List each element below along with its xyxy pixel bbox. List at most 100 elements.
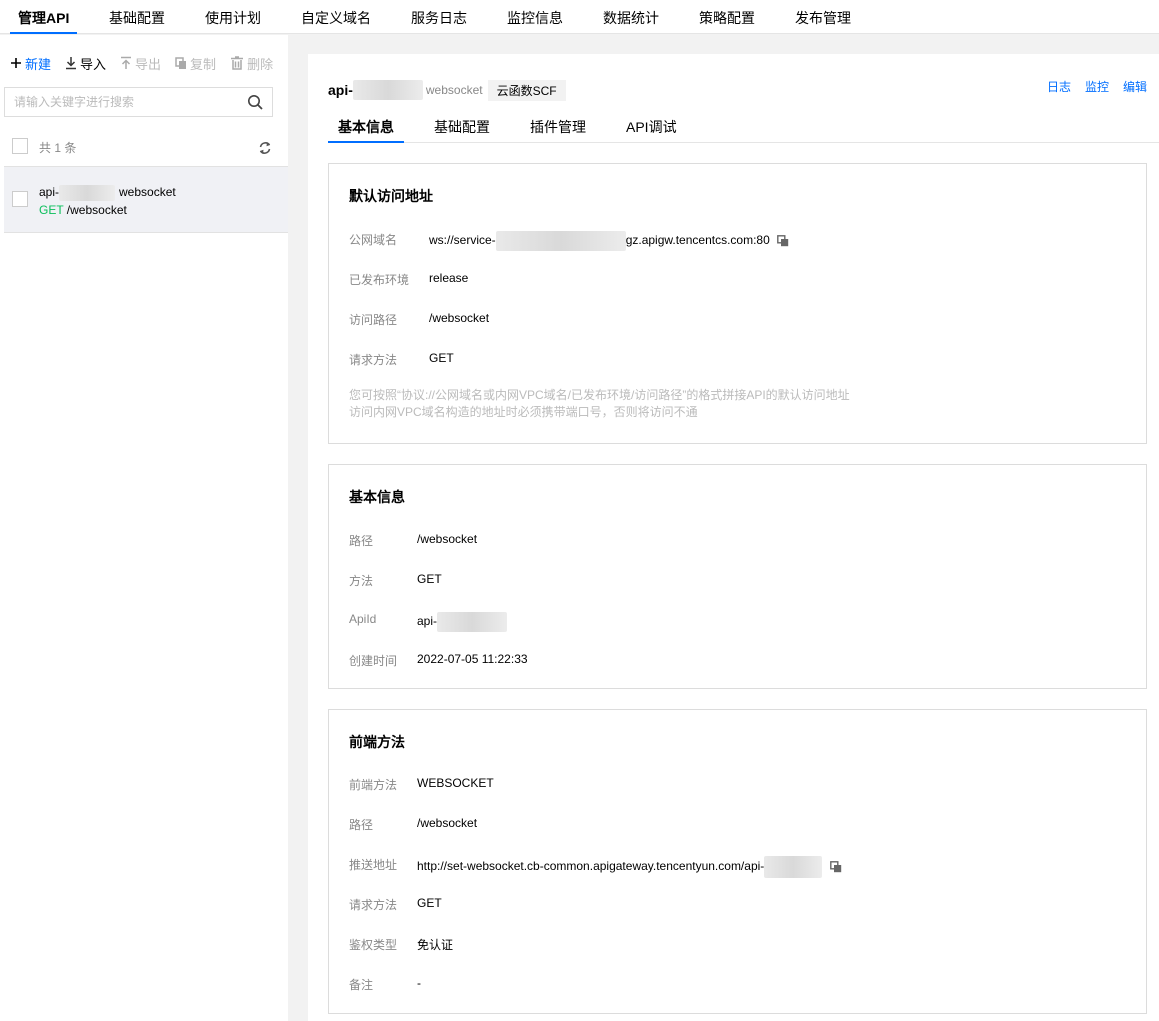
- basic-info-title: 基本信息: [349, 489, 405, 505]
- search-input[interactable]: [5, 88, 235, 116]
- backend-type-tag: 云函数SCF: [487, 79, 566, 101]
- search-icon[interactable]: [247, 94, 263, 110]
- fe-remark-value: -: [417, 976, 421, 990]
- fe-path-label: 路径: [349, 818, 374, 832]
- public-domain-label: 公网域名: [349, 233, 398, 247]
- access-note: 您可按照“协议://公网域名或内网VPC域名/已发布环境/访问路径”的格式拼接A…: [349, 387, 850, 421]
- tab-basic-config[interactable]: 基础配置: [109, 0, 165, 34]
- tab-policy[interactable]: 策略配置: [699, 0, 755, 34]
- tab-plugins[interactable]: 插件管理: [530, 112, 586, 142]
- tab-release[interactable]: 发布管理: [795, 0, 851, 34]
- list-item-title: api-websocket: [39, 185, 176, 201]
- tab-basic-settings[interactable]: 基础配置: [434, 112, 490, 142]
- refresh-icon[interactable]: [258, 140, 272, 156]
- bi-apiid-value: api-: [417, 612, 508, 632]
- redacted-service-id: [495, 231, 626, 251]
- bi-method-label: 方法: [349, 574, 374, 588]
- tab-service-log[interactable]: 服务日志: [411, 0, 467, 34]
- public-domain-value: ws://service-gz.apigw.tencentcs.com:80: [429, 231, 789, 251]
- search-box: [4, 87, 273, 117]
- fe-path-value: /websocket: [417, 816, 478, 830]
- request-method-label: 请求方法: [349, 353, 398, 367]
- tab-usage-plan[interactable]: 使用计划: [205, 0, 261, 34]
- basic-info-card: 基本信息 路径 /websocket 方法 GET ApiId api- 创建时…: [328, 464, 1147, 689]
- api-name: api-: [328, 82, 353, 98]
- fe-method-label: 前端方法: [349, 778, 398, 792]
- api-detail-header: api- websocket 云函数SCF: [328, 79, 566, 101]
- api-toolbar: 新建 导入 导出 复制 删除: [10, 53, 287, 73]
- bi-created-label: 创建时间: [349, 654, 398, 668]
- list-item-path: /websocket: [66, 203, 127, 217]
- bi-path-label: 路径: [349, 534, 374, 548]
- env-label: 已发布环境: [349, 273, 410, 287]
- api-list-panel: 新建 导入 导出 复制 删除 共 1 条 api-websocket: [0, 35, 288, 1021]
- fe-method-value: WEBSOCKET: [417, 776, 494, 790]
- copy-button[interactable]: 复制: [175, 54, 216, 73]
- fe-req-method-label: 请求方法: [349, 898, 398, 912]
- delete-button[interactable]: 删除: [230, 54, 273, 73]
- frontend-title: 前端方法: [349, 734, 405, 750]
- new-button[interactable]: 新建: [10, 54, 51, 73]
- export-label: 导出: [135, 56, 162, 72]
- import-button[interactable]: 导入: [65, 54, 106, 73]
- bi-apiid-label: ApiId: [349, 612, 377, 626]
- request-method-value: GET: [429, 351, 454, 365]
- header-actions: 日志 监控 编辑: [1033, 78, 1147, 95]
- monitor-link[interactable]: 监控: [1085, 78, 1109, 95]
- copy-label: 复制: [190, 56, 217, 72]
- plus-icon: [11, 58, 21, 68]
- list-item-subtitle: GET /websocket: [39, 203, 127, 217]
- list-item[interactable]: api-websocket GET /websocket: [4, 166, 288, 233]
- list-count: 共 1 条: [39, 141, 77, 155]
- fe-req-method-value: GET: [417, 896, 442, 910]
- redacted-api-id: [764, 856, 823, 878]
- tab-statistics[interactable]: 数据统计: [603, 0, 659, 34]
- access-note-line1: 您可按照“协议://公网域名或内网VPC域名/已发布环境/访问路径”的格式拼接A…: [349, 388, 850, 402]
- delete-label: 删除: [247, 56, 274, 72]
- redacted-api-id: [437, 612, 508, 632]
- fe-auth-value: 免认证: [417, 938, 454, 952]
- tab-monitor[interactable]: 监控信息: [507, 0, 563, 34]
- public-domain-suffix: gz.apigw.tencentcs.com:80: [625, 233, 770, 248]
- detail-tabs: 基本信息 基础配置 插件管理 API调试: [328, 112, 1159, 143]
- tab-manage-api[interactable]: 管理API: [9, 0, 78, 34]
- default-access-title: 默认访问地址: [349, 188, 433, 204]
- public-domain-prefix: ws://service-: [429, 233, 496, 248]
- top-nav: 管理API 基础配置 使用计划 自定义域名 服务日志 监控信息 数据统计 策略配…: [0, 0, 1159, 34]
- edit-link[interactable]: 编辑: [1123, 78, 1147, 95]
- export-button[interactable]: 导出: [120, 54, 161, 73]
- access-path-value: /websocket: [429, 311, 490, 325]
- api-protocol: websocket: [425, 83, 483, 97]
- log-link[interactable]: 日志: [1047, 78, 1071, 95]
- list-item-name: api-: [39, 185, 60, 200]
- list-item-protocol: websocket: [119, 185, 176, 200]
- upload-icon: [121, 56, 132, 69]
- copy-icon[interactable]: [829, 861, 842, 873]
- fe-push-label: 推送地址: [349, 858, 398, 872]
- bi-path-value: /websocket: [417, 532, 478, 546]
- access-path-label: 访问路径: [349, 313, 398, 327]
- fe-auth-label: 鉴权类型: [349, 938, 398, 952]
- apiid-prefix: api-: [417, 614, 438, 629]
- bi-method-value: GET: [417, 572, 442, 586]
- env-value: release: [429, 271, 469, 285]
- select-all-checkbox[interactable]: [12, 138, 28, 154]
- tab-basic-info[interactable]: 基本信息: [328, 112, 404, 143]
- api-detail-panel: api- websocket 云函数SCF 日志 监控 编辑 基本信息 基础配置…: [308, 54, 1159, 1021]
- copy-icon: [175, 57, 187, 69]
- new-label: 新建: [25, 56, 52, 72]
- list-item-checkbox[interactable]: [12, 191, 28, 207]
- download-icon: [66, 57, 77, 70]
- copy-icon[interactable]: [777, 235, 789, 247]
- frontend-card: 前端方法 前端方法 WEBSOCKET 路径 /websocket 推送地址 h…: [328, 709, 1147, 1014]
- default-access-card: 默认访问地址 公网域名 ws://service-gz.apigw.tencen…: [328, 163, 1147, 444]
- access-note-line2: 访问内网VPC域名构造的地址时必须携带端口号，否则将访问不通: [349, 405, 698, 419]
- tab-api-debug[interactable]: API调试: [626, 112, 677, 142]
- fe-push-value: http://set-websocket.cb-common.apigatewa…: [417, 856, 842, 878]
- push-url-prefix: http://set-websocket.cb-common.apigatewa…: [417, 859, 765, 874]
- import-label: 导入: [80, 56, 107, 72]
- list-count-row: 共 1 条: [12, 138, 274, 158]
- bi-created-value: 2022-07-05 11:22:33: [417, 652, 528, 666]
- trash-icon: [231, 56, 244, 70]
- tab-custom-domain[interactable]: 自定义域名: [301, 0, 371, 34]
